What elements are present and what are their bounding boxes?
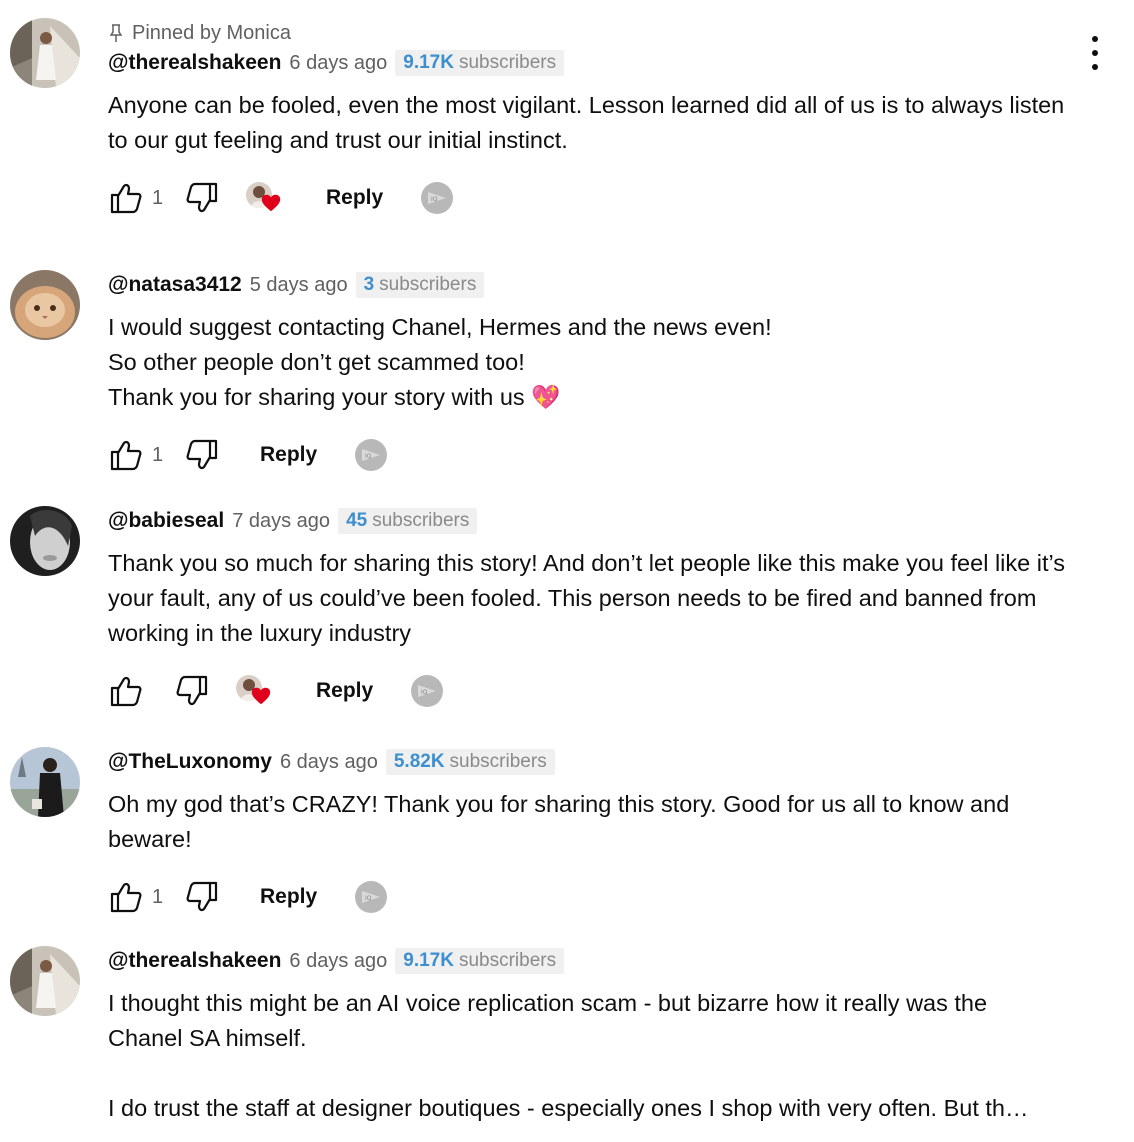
comment-actions: 1 Reply IQ: [108, 875, 1068, 919]
like-count: 1: [152, 885, 164, 908]
svg-text:IQ: IQ: [431, 196, 438, 203]
comment-text: Oh my god that’s CRAZY! Thank you for sh…: [108, 791, 1010, 852]
creator-heart: [236, 671, 276, 711]
subscriber-count: 45: [346, 510, 368, 531]
dislike-button[interactable]: [184, 879, 220, 915]
avatar[interactable]: [10, 270, 80, 340]
comment-time[interactable]: 6 days ago: [289, 950, 387, 973]
thumbs-up-icon: [110, 882, 142, 913]
comment-text: I would suggest contacting Chanel, Herme…: [108, 314, 772, 410]
subscriber-badge: 9.17K subscribers: [395, 50, 565, 76]
dot-icon: [1092, 64, 1098, 70]
thumbs-up-icon: [110, 440, 142, 471]
comment-text: Thank you so much for sharing this story…: [108, 550, 1066, 646]
subscriber-label: subscribers: [372, 510, 470, 531]
comment-author[interactable]: @TheLuxonomy: [108, 750, 272, 774]
person-paris-avatar-image: [10, 747, 80, 817]
like-count: 1: [152, 443, 164, 466]
pin-icon: [109, 24, 123, 42]
comment-author[interactable]: @natasa3412: [108, 273, 242, 297]
dislike-button[interactable]: [184, 437, 220, 473]
extension-button[interactable]: IQ: [421, 182, 454, 214]
extension-icon: IQ: [418, 685, 437, 697]
extension-button[interactable]: IQ: [411, 675, 444, 707]
comment-author[interactable]: @babieseal: [108, 509, 224, 533]
subscriber-count: 5.82K: [393, 751, 445, 772]
reply-button[interactable]: Reply: [316, 679, 373, 703]
comment-time[interactable]: 5 days ago: [250, 274, 348, 297]
comment-actions: 1 Reply IQ: [108, 433, 1068, 477]
extension-icon: IQ: [362, 891, 381, 903]
woman-stairs-avatar-image: [10, 18, 80, 88]
heart-icon: [251, 687, 271, 705]
comment-actions: Reply IQ: [108, 669, 1068, 713]
svg-text:IQ: IQ: [421, 689, 428, 696]
thumbs-up-icon: [110, 676, 142, 707]
comment-time[interactable]: 6 days ago: [280, 751, 378, 774]
thumbs-down-icon: [186, 881, 218, 912]
comment-text: Anyone can be fooled, even the most vigi…: [108, 92, 1065, 153]
like-count: 1: [152, 186, 164, 209]
comment-actions: 1 Reply IQ: [108, 176, 1068, 220]
thumbs-down-icon: [186, 182, 218, 213]
like-button[interactable]: [108, 673, 144, 709]
like-button[interactable]: [108, 879, 144, 915]
pinned-label: Pinned by Monica: [132, 21, 291, 44]
subscriber-count: 3: [363, 274, 375, 295]
like-button[interactable]: [108, 180, 144, 216]
avatar[interactable]: [10, 946, 80, 1016]
comment-text: I thought this might be an AI voice repl…: [108, 990, 1029, 1121]
thumbs-down-icon: [176, 675, 208, 706]
dot-icon: [1092, 36, 1098, 42]
avatar[interactable]: [10, 506, 80, 576]
subscriber-count: 9.17K: [403, 950, 454, 971]
subscriber-badge: 5.82K subscribers: [385, 749, 555, 775]
subscriber-label: subscribers: [449, 751, 547, 772]
comment-time[interactable]: 6 days ago: [289, 52, 387, 75]
subscriber-badge: 45 subscribers: [338, 508, 478, 534]
heart-icon: [261, 194, 281, 212]
persian-cat-avatar-image: [10, 270, 80, 340]
creator-heart: [246, 178, 286, 218]
avatar[interactable]: [10, 18, 80, 88]
subscriber-badge: 3 subscribers: [355, 272, 485, 298]
svg-text:IQ: IQ: [365, 895, 372, 902]
subscriber-badge: 9.17K subscribers: [395, 948, 565, 974]
extension-icon: IQ: [362, 449, 381, 461]
pinned-badge: Pinned by Monica: [108, 18, 1068, 48]
svg-text:IQ: IQ: [365, 453, 372, 460]
reply-button[interactable]: Reply: [260, 885, 317, 909]
comment-author[interactable]: @therealshakeen: [108, 51, 281, 75]
extension-button[interactable]: IQ: [355, 439, 388, 471]
dislike-button[interactable]: [174, 673, 210, 709]
dislike-button[interactable]: [184, 180, 220, 216]
comment-author[interactable]: @therealshakeen: [108, 949, 281, 973]
thumbs-up-icon: [110, 183, 142, 214]
extension-button[interactable]: IQ: [355, 881, 388, 913]
reply-button[interactable]: Reply: [260, 443, 317, 467]
subscriber-count: 9.17K: [403, 52, 454, 73]
subscriber-label: subscribers: [458, 52, 557, 73]
statue-face-avatar-image: [10, 506, 80, 576]
comment-time[interactable]: 7 days ago: [232, 510, 330, 533]
extension-icon: IQ: [428, 192, 447, 204]
thumbs-down-icon: [186, 439, 218, 470]
subscriber-label: subscribers: [379, 274, 477, 295]
subscriber-label: subscribers: [458, 950, 557, 971]
avatar[interactable]: [10, 747, 80, 817]
woman-stairs-avatar-image: [10, 946, 80, 1016]
more-options-button[interactable]: [1081, 36, 1109, 70]
reply-button[interactable]: Reply: [326, 186, 383, 210]
dot-icon: [1092, 50, 1098, 56]
like-button[interactable]: [108, 437, 144, 473]
